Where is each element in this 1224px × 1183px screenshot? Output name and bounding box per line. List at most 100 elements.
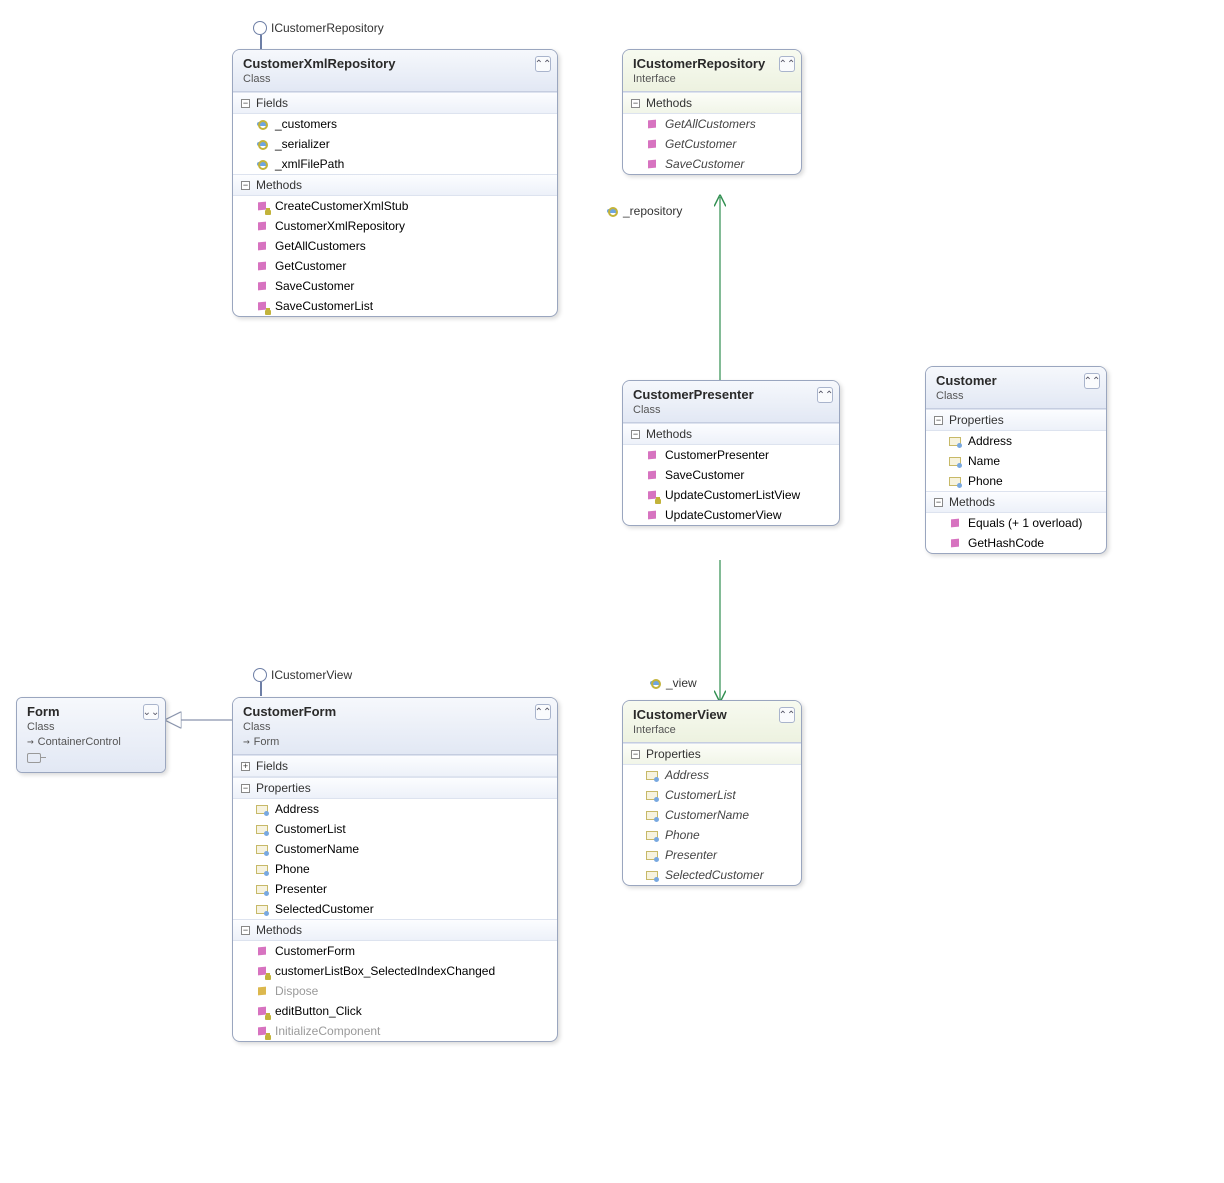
member-row[interactable]: _xmlFilePath [233, 154, 557, 174]
member-row[interactable]: SaveCustomer [623, 154, 801, 174]
collapse-icon[interactable]: − [241, 99, 250, 108]
method-priv-icon [255, 299, 269, 313]
section-label: Methods [646, 427, 692, 441]
member-row[interactable]: Equals (+ 1 overload) [926, 513, 1106, 533]
member-row[interactable]: Dispose [233, 981, 557, 1001]
member-row[interactable]: CustomerPresenter [623, 445, 839, 465]
member-row[interactable]: InitializeComponent [233, 1021, 557, 1041]
member-row[interactable]: GetAllCustomers [233, 236, 557, 256]
member-row[interactable]: Phone [233, 859, 557, 879]
member-row[interactable]: Phone [623, 825, 801, 845]
member-row[interactable]: Address [623, 765, 801, 785]
class-customer[interactable]: Customer Class ⌃⌃ −PropertiesAddressName… [925, 366, 1107, 554]
class-header[interactable]: CustomerXmlRepository Class ⌃⌃ [233, 50, 557, 92]
member-name: CreateCustomerXmlStub [275, 199, 408, 213]
member-row[interactable]: Presenter [233, 879, 557, 899]
section-header[interactable]: −Methods [623, 423, 839, 445]
method-icon [645, 468, 659, 482]
class-customerpresenter[interactable]: CustomerPresenter Class ⌃⌃ −MethodsCusto… [622, 380, 840, 526]
interface-icustomerview[interactable]: ICustomerView Interface ⌃⌃ −PropertiesAd… [622, 700, 802, 886]
section-label: Methods [256, 178, 302, 192]
member-name: GetAllCustomers [275, 239, 366, 253]
method-priv-icon [255, 1004, 269, 1018]
member-row[interactable]: _customers [233, 114, 557, 134]
class-customerxmlrepository[interactable]: CustomerXmlRepository Class ⌃⌃ −Fields_c… [232, 49, 558, 317]
member-name: CustomerName [275, 842, 359, 856]
member-row[interactable]: GetHashCode [926, 533, 1106, 553]
class-header[interactable]: Customer Class ⌃⌃ [926, 367, 1106, 409]
section-header[interactable]: −Methods [926, 491, 1106, 513]
collapse-icon[interactable]: ⌃⌃ [535, 704, 551, 720]
class-form[interactable]: Form Class →ContainerControl ⌄⌄ [16, 697, 166, 773]
member-row[interactable]: Phone [926, 471, 1106, 491]
section-header[interactable]: −Methods [623, 92, 801, 114]
interface-icustomerrepository[interactable]: ICustomerRepository Interface ⌃⌃ −Method… [622, 49, 802, 175]
member-row[interactable]: Presenter [623, 845, 801, 865]
member-name: SaveCustomer [665, 157, 744, 171]
member-row[interactable]: CustomerXmlRepository [233, 216, 557, 236]
section-header[interactable]: −Fields [233, 92, 557, 114]
member-row[interactable]: GetCustomer [623, 134, 801, 154]
expand-icon[interactable]: + [241, 762, 250, 771]
prop-icon [645, 808, 659, 822]
section-header[interactable]: −Methods [233, 919, 557, 941]
class-header[interactable]: Form Class →ContainerControl ⌄⌄ [17, 698, 165, 772]
collapse-icon[interactable]: − [934, 498, 943, 507]
collapse-icon[interactable]: ⌃⌃ [535, 56, 551, 72]
collapse-icon[interactable]: − [934, 416, 943, 425]
member-row[interactable]: SelectedCustomer [623, 865, 801, 885]
member-name: Phone [968, 474, 1003, 488]
collapse-icon[interactable]: ⌃⌃ [1084, 373, 1100, 389]
member-row[interactable]: customerListBox_SelectedIndexChanged [233, 961, 557, 981]
member-row[interactable]: CustomerName [233, 839, 557, 859]
collapse-icon[interactable]: ⌃⌃ [779, 56, 795, 72]
member-row[interactable]: Address [233, 799, 557, 819]
member-name: GetCustomer [275, 259, 346, 273]
member-row[interactable]: GetAllCustomers [623, 114, 801, 134]
collapse-icon[interactable]: ⌃⌃ [817, 387, 833, 403]
prop-icon [645, 828, 659, 842]
class-header[interactable]: CustomerForm Class →Form ⌃⌃ [233, 698, 557, 755]
collapse-icon[interactable]: − [241, 784, 250, 793]
method-icon [255, 239, 269, 253]
member-row[interactable]: Name [926, 451, 1106, 471]
collapse-icon[interactable]: − [631, 430, 640, 439]
member-row[interactable]: CustomerName [623, 805, 801, 825]
member-row[interactable]: SaveCustomer [623, 465, 839, 485]
collapse-icon[interactable]: − [631, 750, 640, 759]
class-customerform[interactable]: CustomerForm Class →Form ⌃⌃ +Fields−Prop… [232, 697, 558, 1042]
class-header[interactable]: CustomerPresenter Class ⌃⌃ [623, 381, 839, 423]
member-name: GetAllCustomers [665, 117, 756, 131]
member-row[interactable]: UpdateCustomerView [623, 505, 839, 525]
member-row[interactable]: UpdateCustomerListView [623, 485, 839, 505]
collapse-icon[interactable]: ⌃⌃ [779, 707, 795, 723]
collapse-icon[interactable]: − [631, 99, 640, 108]
member-row[interactable]: GetCustomer [233, 256, 557, 276]
member-row[interactable]: SaveCustomer [233, 276, 557, 296]
collapse-icon[interactable]: − [241, 926, 250, 935]
member-row[interactable]: editButton_Click [233, 1001, 557, 1021]
member-name: CustomerXmlRepository [275, 219, 405, 233]
section-header[interactable]: −Properties [233, 777, 557, 799]
field-icon [648, 676, 662, 690]
member-row[interactable]: Address [926, 431, 1106, 451]
member-row[interactable]: CreateCustomerXmlStub [233, 196, 557, 216]
prop-icon [645, 848, 659, 862]
interface-header[interactable]: ICustomerRepository Interface ⌃⌃ [623, 50, 801, 92]
section-header[interactable]: +Fields [233, 755, 557, 777]
member-row[interactable]: CustomerForm [233, 941, 557, 961]
member-row[interactable]: SelectedCustomer [233, 899, 557, 919]
member-row[interactable]: _serializer [233, 134, 557, 154]
prop-icon [645, 788, 659, 802]
member-row[interactable]: CustomerList [623, 785, 801, 805]
member-row[interactable]: SaveCustomerList [233, 296, 557, 316]
collapse-icon[interactable]: − [241, 181, 250, 190]
interface-header[interactable]: ICustomerView Interface ⌃⌃ [623, 701, 801, 743]
expand-icon[interactable]: ⌄⌄ [143, 704, 159, 720]
section-header[interactable]: −Properties [926, 409, 1106, 431]
section-header[interactable]: −Properties [623, 743, 801, 765]
section-label: Properties [949, 413, 1004, 427]
member-row[interactable]: CustomerList [233, 819, 557, 839]
method-priv-icon [645, 488, 659, 502]
section-header[interactable]: −Methods [233, 174, 557, 196]
